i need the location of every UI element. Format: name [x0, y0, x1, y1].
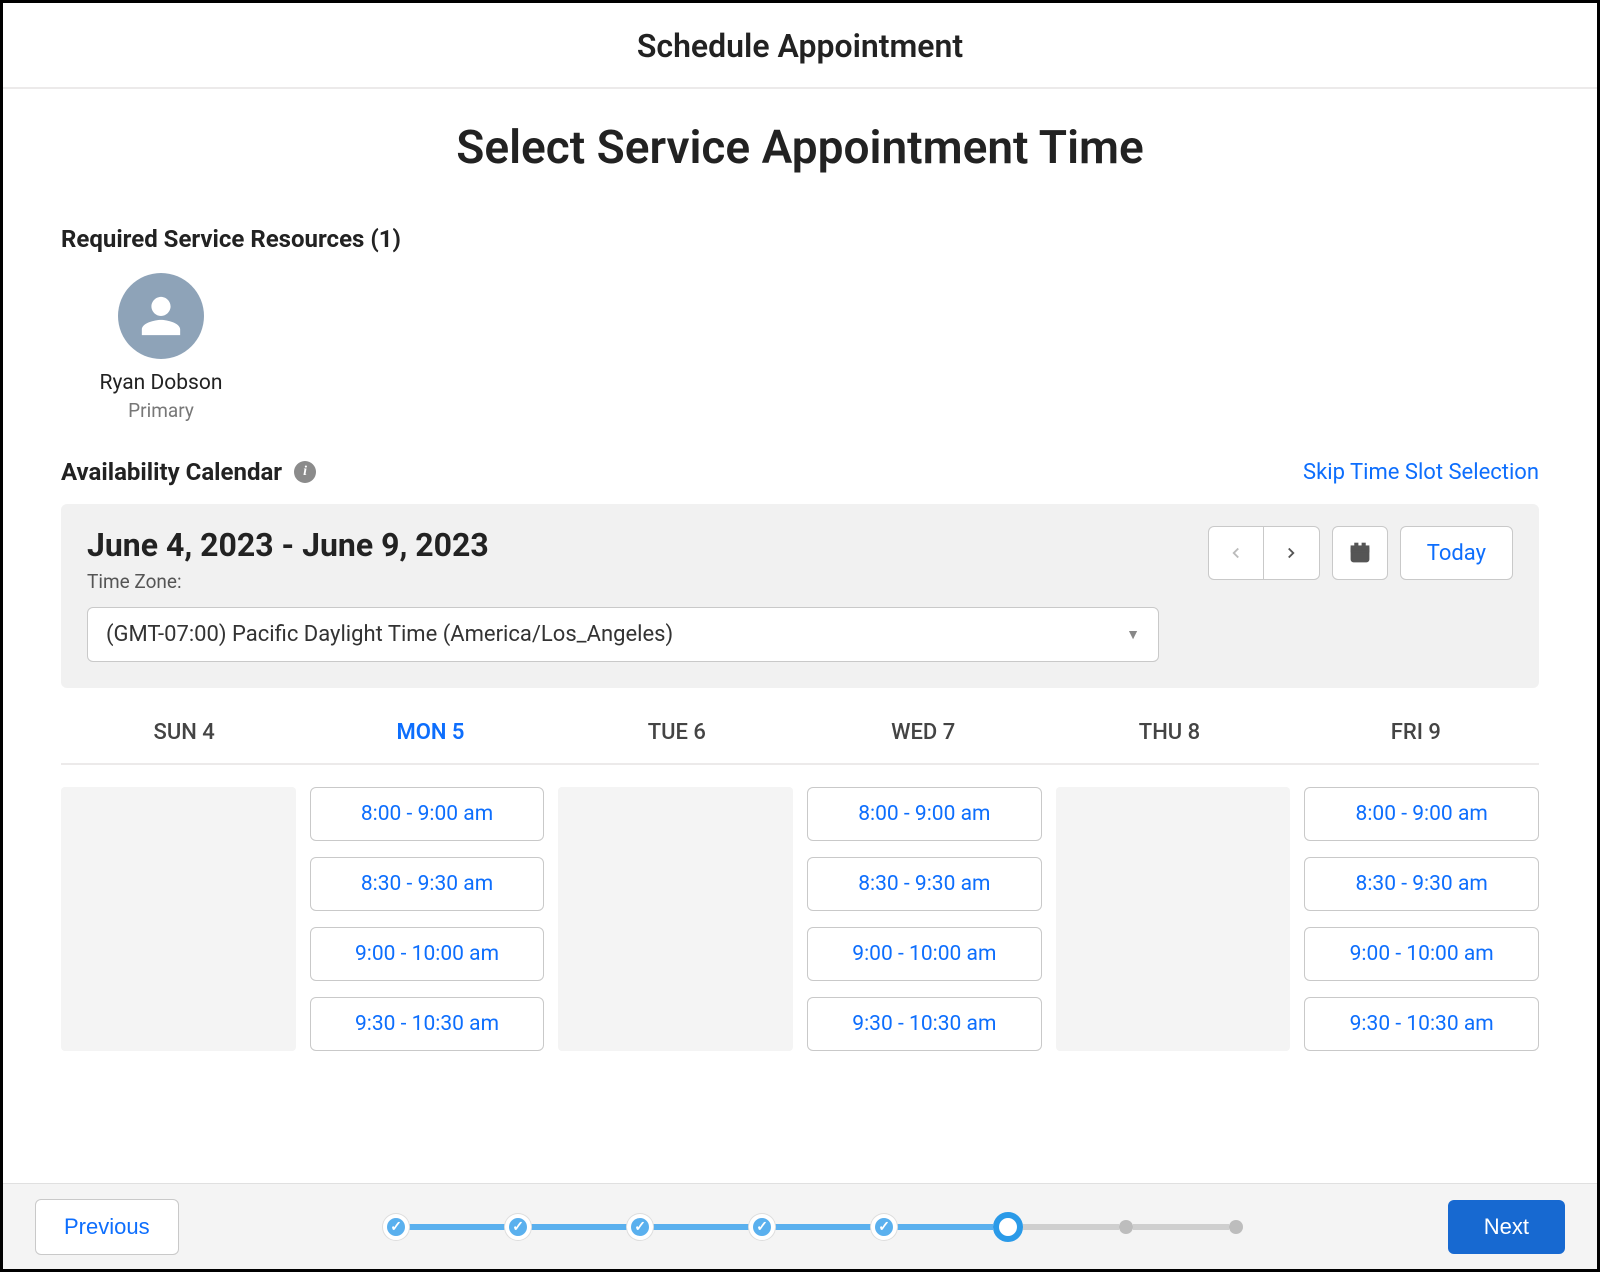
time-slot[interactable]: 8:00 - 9:00 am	[1304, 787, 1539, 841]
day-column	[61, 787, 296, 1051]
resource-card: Ryan Dobson Primary	[61, 273, 261, 422]
progress-segment	[1023, 1224, 1119, 1230]
progress-segment	[1133, 1224, 1229, 1230]
time-slot[interactable]: 9:00 - 10:00 am	[807, 927, 1042, 981]
time-slot[interactable]: 9:30 - 10:30 am	[1304, 997, 1539, 1051]
progress-step[interactable]	[1119, 1220, 1133, 1234]
progress-step[interactable]	[627, 1214, 653, 1240]
progress-step[interactable]	[505, 1214, 531, 1240]
timezone-value: (GMT-07:00) Pacific Daylight Time (Ameri…	[106, 622, 673, 647]
chevron-left-icon	[1227, 544, 1245, 562]
day-column: 8:00 - 9:00 am 8:30 - 9:30 am 9:00 - 10:00…	[807, 787, 1042, 1051]
day-header[interactable]: WED 7	[800, 720, 1046, 745]
progress-segment	[775, 1224, 871, 1230]
calendar-icon	[1349, 542, 1371, 564]
next-week-button[interactable]	[1264, 526, 1320, 580]
time-slot[interactable]: 8:30 - 9:30 am	[1304, 857, 1539, 911]
day-column: 8:00 - 9:00 am 8:30 - 9:30 am 9:00 - 10:00…	[1304, 787, 1539, 1051]
avatar	[118, 273, 204, 359]
day-header[interactable]: TUE 6	[554, 720, 800, 745]
calendar-toolbar: June 4, 2023 - June 9, 2023 Time Zone: T…	[61, 504, 1539, 688]
chevron-right-icon	[1282, 544, 1300, 562]
day-header[interactable]: THU 8	[1046, 720, 1292, 745]
today-button[interactable]: Today	[1400, 526, 1513, 580]
progress-segment	[653, 1224, 749, 1230]
main-content: Select Service Appointment Time Required…	[3, 89, 1597, 1051]
calendar-header-row: Availability Calendar i Skip Time Slot S…	[61, 458, 1539, 486]
calendar-picker-button[interactable]	[1332, 526, 1388, 580]
timezone-select[interactable]: (GMT-07:00) Pacific Daylight Time (Ameri…	[87, 607, 1159, 662]
resources-section-label: Required Service Resources (1)	[61, 225, 1539, 253]
progress-segment	[531, 1224, 627, 1230]
progress-step[interactable]	[1229, 1220, 1243, 1234]
footer: Previous Next	[3, 1183, 1597, 1269]
prev-week-button[interactable]	[1208, 526, 1264, 580]
calendar-section-label: Availability Calendar	[61, 458, 282, 486]
window-title: Schedule Appointment	[3, 27, 1597, 65]
progress-indicator	[179, 1212, 1448, 1242]
progress-step[interactable]	[871, 1214, 897, 1240]
day-header[interactable]: SUN 4	[61, 720, 307, 745]
info-icon[interactable]: i	[294, 461, 316, 483]
resource-name: Ryan Dobson	[61, 371, 261, 395]
next-button[interactable]: Next	[1448, 1200, 1565, 1254]
time-slot[interactable]: 8:30 - 9:30 am	[807, 857, 1042, 911]
day-column	[558, 787, 793, 1051]
time-slot[interactable]: 8:00 - 9:00 am	[310, 787, 545, 841]
person-icon	[138, 293, 184, 339]
date-range: June 4, 2023 - June 9, 2023	[87, 526, 489, 564]
progress-step[interactable]	[383, 1214, 409, 1240]
day-column: 8:00 - 9:00 am 8:30 - 9:30 am 9:00 - 10:00…	[310, 787, 545, 1051]
resource-role: Primary	[61, 399, 261, 422]
progress-segment	[409, 1224, 505, 1230]
skip-time-slot-link[interactable]: Skip Time Slot Selection	[1303, 460, 1539, 485]
day-header[interactable]: MON 5	[307, 720, 553, 745]
progress-step[interactable]	[749, 1214, 775, 1240]
window-header: Schedule Appointment	[3, 3, 1597, 89]
progress-step[interactable]	[993, 1212, 1023, 1242]
page-title: Select Service Appointment Time	[61, 121, 1539, 175]
time-slot[interactable]: 9:00 - 10:00 am	[310, 927, 545, 981]
time-slot[interactable]: 8:00 - 9:00 am	[807, 787, 1042, 841]
progress-segment	[897, 1224, 993, 1230]
time-slot[interactable]: 9:30 - 10:30 am	[310, 997, 545, 1051]
previous-button[interactable]: Previous	[35, 1199, 179, 1255]
time-slot[interactable]: 8:30 - 9:30 am	[310, 857, 545, 911]
day-header[interactable]: FRI 9	[1293, 720, 1539, 745]
day-column	[1056, 787, 1291, 1051]
time-slot[interactable]: 9:00 - 10:00 am	[1304, 927, 1539, 981]
slots-grid: 8:00 - 9:00 am 8:30 - 9:30 am 9:00 - 10:00…	[61, 765, 1539, 1051]
day-headers: SUN 4MON 5TUE 6WED 7THU 8FRI 9	[61, 712, 1539, 765]
time-slot[interactable]: 9:30 - 10:30 am	[807, 997, 1042, 1051]
timezone-label: Time Zone:	[87, 570, 489, 593]
chevron-down-icon: ▼	[1126, 626, 1140, 643]
